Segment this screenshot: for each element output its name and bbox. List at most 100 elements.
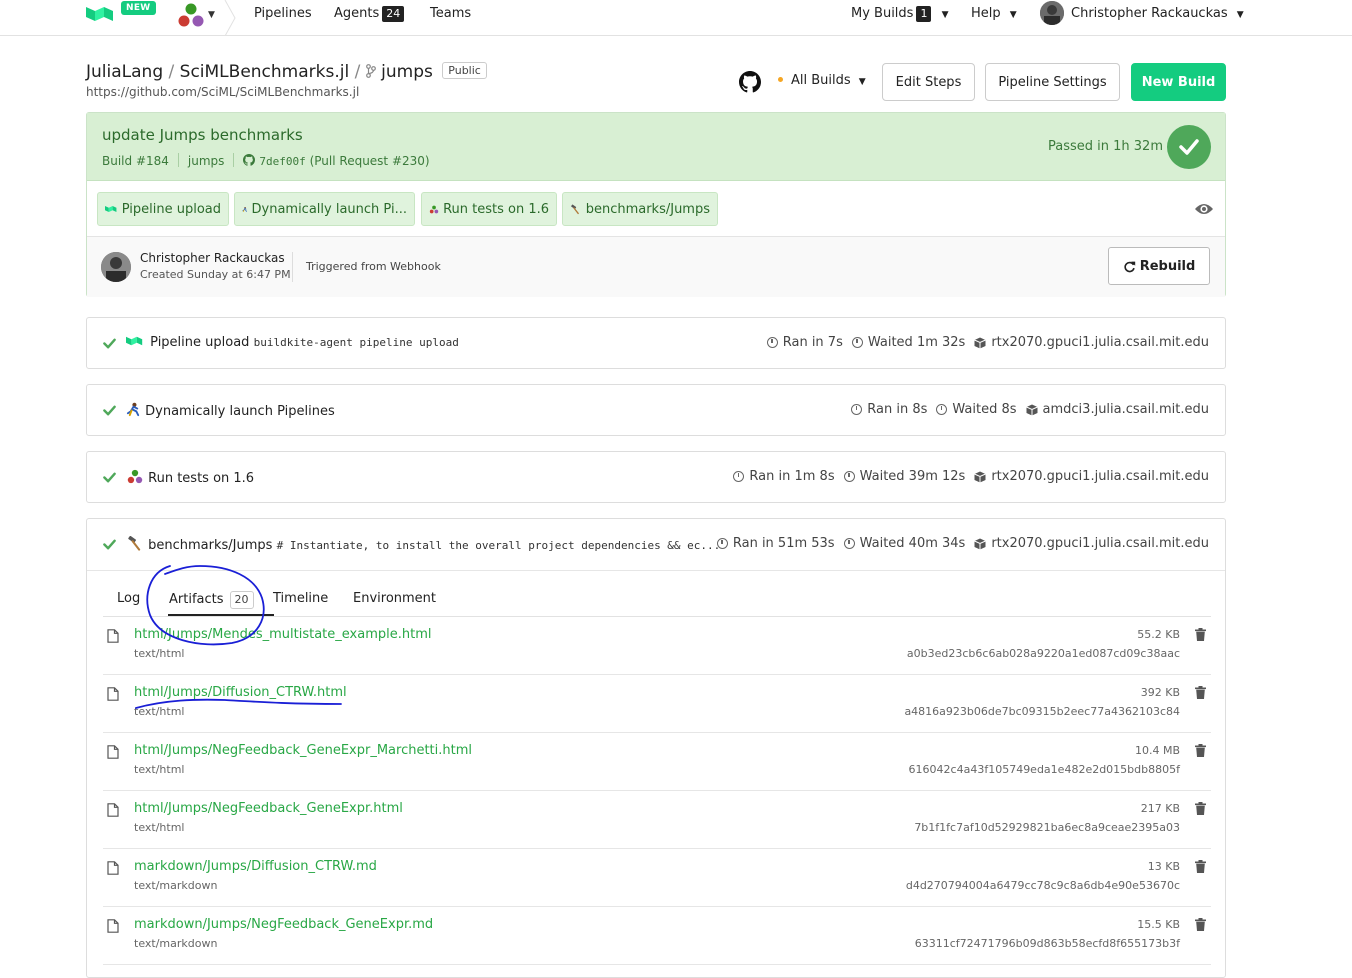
trash-icon[interactable] (1195, 860, 1206, 873)
edit-steps-button[interactable]: Edit Steps (882, 63, 975, 101)
buildkite-icon (105, 206, 117, 212)
new-build-button[interactable]: New Build (1131, 63, 1226, 101)
artifact-hash: 63311cf72471796b09d863b58ecfd8f655173b3f (914, 937, 1180, 950)
creator-name: Christopher Rackauckas (140, 251, 285, 265)
clock-icon (936, 404, 948, 415)
julia-org-icon[interactable] (176, 2, 206, 28)
ran-text: Ran in 8s (867, 402, 928, 417)
artifact-link[interactable]: html/Jumps/Diffusion_CTRW.html (134, 685, 347, 700)
chevron-down-icon[interactable]: ▼ (208, 10, 215, 20)
artifact-type: text/markdown (134, 879, 218, 892)
branch-name[interactable]: jumps (381, 62, 433, 82)
hammer-icon (128, 535, 141, 551)
pull-request-link[interactable]: (Pull Request #230) (310, 154, 430, 168)
step-chip-dynamic-launch[interactable]: Dynamically launch Pi... (234, 192, 415, 226)
visibility-badge: Public (442, 62, 487, 79)
agent-link[interactable]: rtx2070.gpuci1.julia.csail.mit.edu (974, 335, 1209, 350)
artifact-link[interactable]: markdown/Jumps/NegFeedback_GeneExpr.md (134, 917, 433, 932)
build-meta: Build #184 jumps 7def00f (Pull Request #23… (102, 153, 430, 168)
ran-text: Ran in 51m 53s (732, 536, 835, 551)
step-chip-label: Dynamically launch Pi... (251, 201, 408, 217)
status-dot-icon (778, 77, 783, 82)
step-chips: Pipeline upload Dynamically launch Pi...… (87, 181, 1225, 237)
agent-name: rtx2070.gpuci1.julia.csail.mit.edu (991, 469, 1209, 484)
nav-my-builds-link[interactable]: My Builds 1 ▼ (851, 6, 949, 22)
my-builds-count-badge: 1 (916, 6, 932, 22)
trash-icon[interactable] (1195, 686, 1206, 699)
artifact-type: text/html (134, 647, 185, 660)
wait-duration: Waited 40m 34s (843, 536, 965, 551)
check-icon (1179, 139, 1199, 155)
pipeline-settings-button[interactable]: Pipeline Settings (985, 63, 1120, 101)
breadcrumb-separator: / (354, 62, 361, 82)
tab-environment[interactable]: Environment (353, 591, 436, 606)
creator-divider (292, 252, 293, 282)
clock-icon (851, 337, 863, 348)
ran-text: Ran in 1m 8s (749, 469, 835, 484)
artifact-row: markdown/Jumps/Diffusion_CTRW.md text/ma… (103, 849, 1211, 907)
repo-url[interactable]: https://github.com/SciML/SciMLBenchmarks… (86, 85, 359, 99)
pipeline-link[interactable]: SciMLBenchmarks.jl (180, 62, 350, 82)
nav-help-label: Help (971, 6, 1001, 21)
runner-emoji-icon (126, 402, 140, 417)
artifact-link[interactable]: html/Jumps/NegFeedback_GeneExpr.html (134, 801, 403, 816)
artifact-size: 15.5 KB (1137, 918, 1180, 931)
tab-artifacts[interactable]: Artifacts 20 (169, 591, 254, 609)
rebuild-button[interactable]: Rebuild (1108, 247, 1210, 285)
artifact-link[interactable]: markdown/Jumps/Diffusion_CTRW.md (134, 859, 377, 874)
clock-icon (716, 538, 728, 549)
check-icon (103, 539, 116, 550)
nav-agents-link[interactable]: Agents 24 (334, 6, 405, 22)
step-chip-benchmarks-jumps[interactable]: benchmarks/Jumps (562, 192, 718, 226)
job-label: benchmarks/Jumps # Instantiate, to insta… (126, 535, 720, 553)
trash-icon[interactable] (1195, 918, 1206, 931)
step-chip-run-tests[interactable]: Run tests on 1.6 (421, 192, 557, 226)
agent-name: rtx2070.gpuci1.julia.csail.mit.edu (991, 536, 1209, 551)
all-builds-dropdown[interactable]: All Builds ▼ (778, 73, 866, 88)
job-expanded: benchmarks/Jumps # Instantiate, to insta… (86, 518, 1226, 978)
agent-name: rtx2070.gpuci1.julia.csail.mit.edu (991, 335, 1209, 350)
nav-my-builds-label: My Builds (851, 6, 914, 21)
tab-log[interactable]: Log (117, 591, 140, 606)
org-link[interactable]: JuliaLang (86, 62, 163, 82)
job-row[interactable]: Pipeline upload buildkite-agent pipeline… (86, 317, 1226, 369)
waited-text: Waited 1m 32s (867, 335, 966, 350)
user-avatar[interactable] (1040, 1, 1064, 25)
artifact-hash: a0b3ed23cb6c6ab028a9220a1ed087cd09c38aac (906, 647, 1180, 660)
commit-sha[interactable]: 7def00f (259, 155, 305, 168)
chevron-down-icon: ▼ (1236, 10, 1244, 20)
active-tab-indicator (168, 614, 274, 616)
job-row[interactable]: benchmarks/Jumps # Instantiate, to insta… (87, 519, 1225, 571)
github-icon (243, 154, 256, 166)
trash-icon[interactable] (1195, 802, 1206, 815)
artifact-link[interactable]: html/Jumps/Mendes_multistate_example.htm… (134, 627, 431, 642)
job-name: benchmarks/Jumps (148, 538, 273, 553)
artifact-type: text/html (134, 821, 185, 834)
nav-help-link[interactable]: Help ▼ (971, 6, 1017, 21)
github-icon[interactable] (739, 71, 761, 93)
tab-timeline[interactable]: Timeline (273, 591, 328, 606)
nav-user-menu[interactable]: Christopher Rackauckas ▼ (1071, 6, 1244, 21)
build-branch[interactable]: jumps (188, 154, 225, 168)
artifact-size: 10.4 MB (1134, 744, 1180, 757)
artifact-hash: 7b1f1fc7af10d52929821ba6ec8a9ceae2395a03 (914, 821, 1180, 834)
eye-icon[interactable] (1194, 202, 1214, 216)
job-name: Pipeline upload (150, 335, 250, 350)
job-row[interactable]: Run tests on 1.6 Ran in 1m 8s Waited 39m… (86, 451, 1226, 503)
agent-link[interactable]: rtx2070.gpuci1.julia.csail.mit.edu (974, 536, 1209, 551)
agent-link[interactable]: amdci3.julia.csail.mit.edu (1025, 402, 1209, 417)
chevron-down-icon: ▼ (858, 77, 866, 87)
artifact-link[interactable]: html/Jumps/NegFeedback_GeneExpr_Marchett… (134, 743, 472, 758)
trash-icon[interactable] (1195, 628, 1206, 641)
step-chip-pipeline-upload[interactable]: Pipeline upload (97, 192, 229, 226)
cube-icon (1025, 404, 1038, 415)
buildkite-logo-icon[interactable] (86, 4, 116, 24)
file-icon (107, 803, 119, 817)
trash-icon[interactable] (1195, 744, 1206, 757)
build-summary: update Jumps benchmarks Build #184 jumps 7… (86, 112, 1226, 297)
job-row[interactable]: Dynamically launch Pipelines Ran in 8s W… (86, 384, 1226, 436)
agent-link[interactable]: rtx2070.gpuci1.julia.csail.mit.edu (974, 469, 1209, 484)
job-label: Dynamically launch Pipelines (126, 402, 335, 419)
nav-pipelines-link[interactable]: Pipelines (254, 6, 312, 21)
nav-teams-link[interactable]: Teams (430, 6, 471, 21)
